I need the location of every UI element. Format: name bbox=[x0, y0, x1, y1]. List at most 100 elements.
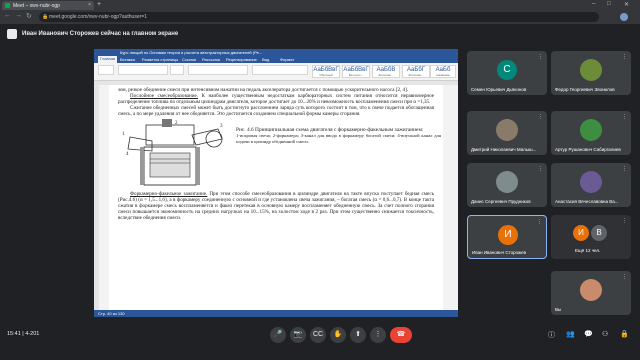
participant-tile[interactable]: ⋮ Вы bbox=[551, 271, 631, 315]
font-name-select[interactable] bbox=[118, 65, 168, 75]
participant-tile[interactable]: ⋮ Артур Рушанович Сабиргалиев bbox=[551, 111, 631, 155]
tile-options-icon[interactable]: ⋮ bbox=[622, 114, 627, 120]
hangup-button[interactable]: ☎ bbox=[390, 327, 412, 343]
participant-avatar: С bbox=[497, 60, 517, 80]
mic-button[interactable]: 🎤 bbox=[270, 327, 286, 343]
ribbon-tab-home[interactable]: Главная bbox=[98, 56, 118, 63]
participant-name: Дмитрий Николаевич Малыш... bbox=[471, 147, 537, 152]
tab-strip: Meet – xwv-nubr-ogp × + – □ ✕ bbox=[0, 0, 640, 10]
people-icon[interactable]: 👥 bbox=[566, 330, 575, 338]
activities-icon[interactable]: ⚇ bbox=[602, 330, 608, 338]
tile-options-icon[interactable]: ⋮ bbox=[538, 54, 543, 60]
style-heading-1[interactable]: АаБбВ Заголово... bbox=[372, 65, 400, 78]
figure-caption: Рис. 4.6 Принципиальная схема двигателя … bbox=[236, 127, 441, 144]
participant-avatar: И bbox=[573, 225, 589, 241]
captions-button[interactable]: CC bbox=[310, 327, 326, 343]
font-size-select[interactable] bbox=[170, 65, 184, 75]
presenter-banner-title: Иван Иванович Сторожев сейчас на главном… bbox=[22, 31, 179, 37]
tile-options-icon[interactable]: ⋮ bbox=[622, 218, 627, 224]
ribbon-tab-insert[interactable]: Вставка bbox=[120, 57, 135, 62]
paragraph-2: Послойное смесеобразование. К наиболее с… bbox=[118, 93, 434, 105]
url-input[interactable]: 🔒 meet.google.com/xwv-nubr-ogp?authuser=… bbox=[39, 12, 599, 22]
address-bar: ← → ↻ 🔒 meet.google.com/xwv-nubr-ogp?aut… bbox=[0, 10, 640, 24]
host-controls-icon[interactable]: 🔒 bbox=[620, 330, 629, 338]
tile-options-icon[interactable]: ⋮ bbox=[538, 166, 543, 172]
svg-text:3: 3 bbox=[220, 124, 223, 129]
camera-button[interactable]: 📷 bbox=[290, 327, 306, 343]
more-options-button[interactable]: ⋮ bbox=[370, 327, 386, 343]
participant-photo bbox=[580, 279, 602, 301]
shared-screen: Курс лекций по Основам теории и расчета … bbox=[94, 49, 458, 317]
tile-options-icon[interactable]: ⋮ bbox=[622, 54, 627, 60]
tile-options-icon[interactable]: ⋮ bbox=[537, 219, 542, 225]
participant-photo bbox=[496, 171, 518, 193]
paragraph-4: Форкамерно-факельное зажигание. При этом… bbox=[118, 191, 434, 221]
lock-icon: 🔒 bbox=[42, 14, 49, 20]
meet-footer: 15:41 | 4-201 🎤 📷 CC ✋ ⬆ ⋮ ☎ ⓘ 👥 💬 ⚇ 🔒 bbox=[0, 322, 640, 360]
participant-tile[interactable]: ⋮ Федор Георгиевич Звонилов bbox=[551, 51, 631, 95]
ribbon-tab-format[interactable]: Формат bbox=[280, 57, 294, 62]
paste-button[interactable] bbox=[98, 65, 114, 75]
participant-name: Анастасия Вячеславовна Ва... bbox=[555, 199, 619, 204]
participant-name: Иван Иванович Сторожев bbox=[472, 250, 526, 255]
back-button[interactable]: ← bbox=[4, 12, 11, 19]
participant-photo bbox=[496, 119, 518, 141]
profile-avatar[interactable] bbox=[620, 13, 628, 21]
browser-tab[interactable]: Meet – xwv-nubr-ogp × bbox=[2, 1, 94, 10]
ribbon-tab-references[interactable]: Ссылки bbox=[182, 57, 196, 62]
ribbon-tab-mailings[interactable]: Рассылки bbox=[202, 57, 220, 62]
meeting-time: 15:41 | 4-201 bbox=[7, 331, 40, 337]
info-icon[interactable]: ⓘ bbox=[548, 330, 555, 340]
participant-name: Семен Юрьевич Дьяконов bbox=[471, 87, 527, 92]
new-tab-button[interactable]: + bbox=[97, 1, 101, 8]
minimize-button[interactable]: – bbox=[592, 1, 595, 7]
participant-tile[interactable]: ⋮ С Семен Юрьевич Дьяконов bbox=[467, 51, 547, 95]
participant-tile[interactable]: ⋮ И Иван Иванович Сторожев bbox=[467, 215, 547, 259]
tile-options-icon[interactable]: ⋮ bbox=[622, 274, 627, 280]
paragraph-3: Сжигание обедненных смесей может быть до… bbox=[118, 105, 434, 117]
forward-button[interactable]: → bbox=[15, 12, 22, 19]
maximize-button[interactable]: □ bbox=[607, 1, 611, 7]
ribbon-tab-view[interactable]: Вид bbox=[262, 57, 269, 62]
raise-hand-button[interactable]: ✋ bbox=[330, 327, 346, 343]
tile-options-icon[interactable]: ⋮ bbox=[622, 166, 627, 172]
participant-name: Артур Рушанович Сабиргалиев bbox=[555, 147, 621, 152]
style-title[interactable]: АаБб Название bbox=[430, 65, 456, 78]
tab-title: Meet – xwv-nubr-ogp bbox=[13, 3, 60, 9]
chat-icon[interactable]: 💬 bbox=[584, 330, 593, 338]
meet-favicon-icon bbox=[5, 3, 10, 8]
document-page[interactable]: зом, резкое обеднение смеси при интенсив… bbox=[109, 85, 443, 310]
tile-options-icon[interactable]: ⋮ bbox=[538, 114, 543, 120]
svg-text:1: 1 bbox=[122, 132, 125, 137]
ribbon-tab-review[interactable]: Рецензирование bbox=[226, 57, 257, 62]
participant-tile[interactable]: ⋮ И В Ещё 12 чел. bbox=[551, 215, 631, 259]
close-window-button[interactable]: ✕ bbox=[624, 1, 629, 8]
participant-avatar: И bbox=[498, 225, 518, 245]
font-format-group[interactable] bbox=[188, 65, 248, 75]
participant-avatar: В bbox=[591, 225, 607, 241]
style-normal[interactable]: АаБбВвГ Обычный bbox=[312, 65, 340, 78]
style-heading-2[interactable]: АаБбГ Заголово... bbox=[402, 65, 430, 78]
participant-name: Данис Сергеевич Прудников bbox=[471, 199, 531, 204]
participant-tile[interactable]: ⋮ Данис Сергеевич Прудников bbox=[467, 163, 547, 207]
engine-diagram: 1 2 3 4 bbox=[122, 119, 223, 186]
participant-name: Федор Георгиевич Звонилов bbox=[555, 87, 615, 92]
presentation-icon bbox=[7, 29, 17, 39]
figure-legend: 1-искровая свеча; 2-форкамера; 3-канал д… bbox=[236, 133, 441, 144]
ribbon-tabs: Главная Вставка Разметка страницы Ссылки… bbox=[94, 56, 458, 63]
reload-button[interactable]: ↻ bbox=[26, 12, 32, 20]
vertical-ruler[interactable] bbox=[94, 85, 99, 310]
present-button[interactable]: ⬆ bbox=[350, 327, 366, 343]
ribbon-tab-layout[interactable]: Разметка страницы bbox=[142, 57, 178, 62]
tab-close-icon[interactable]: × bbox=[88, 2, 91, 8]
svg-text:4: 4 bbox=[126, 152, 129, 157]
participant-tile[interactable]: ⋮ Анастасия Вячеславовна Ва... bbox=[551, 163, 631, 207]
participant-tile[interactable]: ⋮ Дмитрий Николаевич Малыш... bbox=[467, 111, 547, 155]
url-text: meet.google.com/xwv-nubr-ogp?authuser=1 bbox=[49, 14, 147, 20]
participant-name: Вы bbox=[555, 307, 562, 312]
participant-name: Ещё 12 чел. bbox=[575, 248, 601, 253]
paragraph-group[interactable] bbox=[252, 65, 308, 75]
meeting-code: 4-201 bbox=[25, 331, 40, 337]
word-title-bar: Курс лекций по Основам теории и расчета … bbox=[94, 49, 458, 56]
style-no-spacing[interactable]: АаБбВвГ Без инте... bbox=[342, 65, 370, 78]
